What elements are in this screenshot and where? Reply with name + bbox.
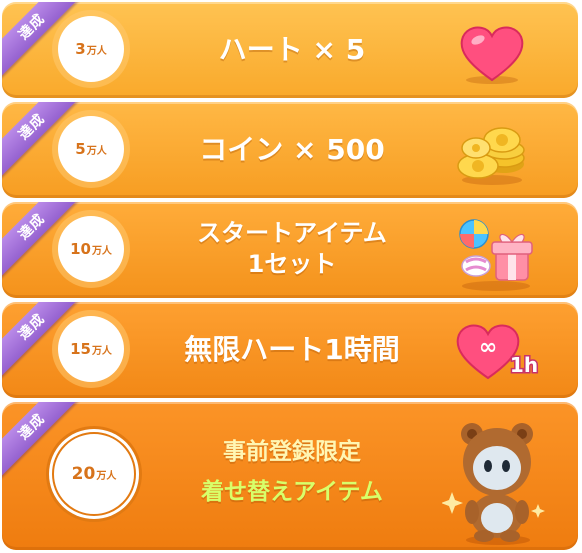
heart-icon: [460, 26, 524, 84]
infinity-symbol: ∞: [479, 335, 497, 360]
reward-line-1: スタートアイテム: [197, 219, 387, 247]
reward-text: 事前登録限定 着せ替えアイテム: [142, 432, 442, 512]
milestone-unit: 万人: [91, 245, 112, 257]
reward-line-2: 着せ替えアイテム: [201, 479, 383, 505]
bear-costume-icon: [442, 423, 545, 545]
milestone-badge: 10 万人: [58, 216, 124, 282]
preregistration-reward-list: 達成 3 万人 ハート × 5 達成 5 万人 コイン × 500 達成 10 …: [0, 0, 582, 553]
reward-text: スタートアイテム 1セット: [142, 218, 442, 280]
coins-icon: [457, 127, 525, 185]
milestone-badge: 3 万人: [58, 16, 124, 82]
milestone-unit: 万人: [86, 145, 107, 157]
milestone-unit: 万人: [91, 345, 112, 357]
infinite-heart-1h-icon: ∞ 1h: [456, 324, 540, 380]
milestone-badge: 5 万人: [58, 116, 124, 182]
reward-text: コイン × 500: [199, 133, 385, 166]
reward-row-10man: 達成 10 万人 スタートアイテム 1セット: [2, 202, 578, 298]
reward-row-5man: 達成 5 万人 コイン × 500: [2, 102, 578, 198]
milestone-badge: 15 万人: [58, 316, 124, 382]
milestone-unit: 万人: [96, 470, 117, 482]
reward-text: 無限ハート1時間: [184, 333, 400, 366]
reward-line-1: 事前登録限定: [223, 439, 361, 465]
reward-row-3man: 達成 3 万人 ハート × 5: [2, 2, 578, 98]
start-items-icon: [459, 219, 533, 291]
reward-text: ハート × 5: [218, 33, 366, 66]
milestone-unit: 万人: [86, 45, 107, 57]
milestone-number: 15: [70, 340, 91, 358]
milestone-badge: 20 万人: [52, 432, 136, 516]
reward-row-20man: 達成 20 万人 事前登録限定 着せ替えアイテム: [2, 402, 578, 550]
duration-label: 1h: [510, 353, 538, 377]
milestone-number: 20: [71, 464, 96, 484]
milestone-number: 5: [75, 140, 86, 158]
reward-line-2: 1セット: [247, 250, 337, 278]
milestone-number: 3: [75, 40, 86, 58]
milestone-number: 10: [70, 240, 91, 258]
reward-row-15man: 達成 15 万人 無限ハート1時間 ∞ 1h: [2, 302, 578, 398]
